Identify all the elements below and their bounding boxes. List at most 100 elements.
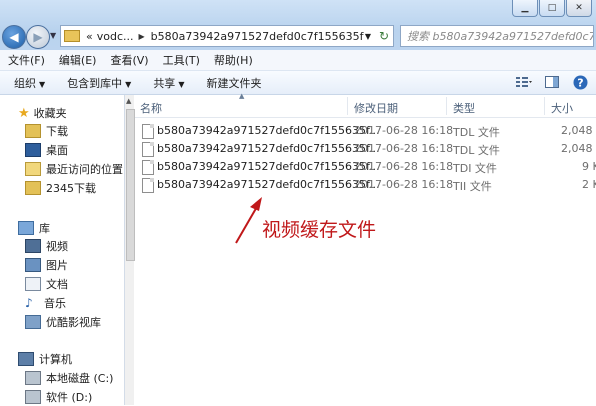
view-options-icon[interactable] xyxy=(516,74,532,90)
minimize-button[interactable]: ▁ xyxy=(512,0,538,17)
column-divider[interactable] xyxy=(544,97,545,115)
computer-icon xyxy=(18,352,34,366)
sidebar-item-libraries[interactable]: 库 xyxy=(18,219,50,237)
sidebar-item-label: 文档 xyxy=(46,278,68,291)
maximize-button[interactable]: □ xyxy=(539,0,565,17)
recent-places-icon xyxy=(25,162,41,176)
maximize-icon: □ xyxy=(547,3,557,13)
file-size: 2,048 K xyxy=(561,124,596,137)
address-dropdown-icon[interactable]: ▼ xyxy=(365,32,371,41)
library-icon xyxy=(18,221,34,235)
scrollbar-thumb[interactable] xyxy=(126,109,135,261)
file-name[interactable]: b580a73942a971527defd0c7f155635f... xyxy=(157,124,380,137)
sidebar-item-label: 优酷影视库 xyxy=(46,316,101,329)
file-modified: 2017-06-28 16:18 xyxy=(354,124,454,137)
navigation-scrollbar[interactable]: ▲ xyxy=(125,95,135,405)
organize-label: 组织 xyxy=(14,76,36,90)
menu-help[interactable]: 帮助(H) xyxy=(214,52,253,68)
address-segment-current[interactable]: b580a73942a971527defd0c7f155635f xyxy=(151,30,364,43)
new-folder-button[interactable]: 新建文件夹 xyxy=(206,75,261,91)
menu-bar: 文件(F) 编辑(E) 查看(V) 工具(T) 帮助(H) xyxy=(0,50,596,71)
sidebar-item-software-d[interactable]: 软件 (D:) xyxy=(25,388,92,406)
preview-pane-icon[interactable] xyxy=(544,74,560,90)
menu-view[interactable]: 查看(V) xyxy=(110,52,148,68)
documents-library-icon xyxy=(25,277,41,291)
share-button[interactable]: 共享 ▼ xyxy=(153,75,184,91)
column-type[interactable]: 类型 xyxy=(453,100,475,116)
sidebar-item-local-disk-c[interactable]: 本地磁盘 (C:) xyxy=(25,369,113,387)
sidebar-item-documents[interactable]: 文档 xyxy=(25,275,68,293)
include-in-library-button[interactable]: 包含到库中 ▼ xyxy=(67,75,131,91)
download-folder-icon xyxy=(25,124,41,138)
sidebar-item-label: 计算机 xyxy=(39,353,72,366)
sidebar-item-desktop[interactable]: 桌面 xyxy=(25,141,68,159)
file-row[interactable]: b580a73942a971527defd0c7f155635f... 2017… xyxy=(135,140,596,158)
sidebar-item-favorites[interactable]: ★ 收藏夹 xyxy=(18,104,67,122)
organize-button[interactable]: 组织 ▼ xyxy=(14,75,45,91)
sidebar-item-youku[interactable]: 优酷影视库 xyxy=(25,313,101,331)
dropdown-icon: ▼ xyxy=(125,79,132,89)
sidebar-item-downloads[interactable]: 下载 xyxy=(25,122,68,140)
file-row[interactable]: b580a73942a971527defd0c7f155635f... 2017… xyxy=(135,122,596,140)
file-type: TII 文件 xyxy=(453,180,492,193)
window-controls: ▁ □ ✕ xyxy=(512,0,592,17)
sort-ascending-icon: ▲ xyxy=(239,92,245,100)
file-icon xyxy=(142,142,154,157)
file-icon xyxy=(142,178,154,193)
file-size: 2 K xyxy=(582,178,596,191)
column-divider[interactable] xyxy=(446,97,447,115)
sidebar-item-computer[interactable]: 计算机 xyxy=(18,350,72,368)
dropdown-icon: ▼ xyxy=(178,79,185,89)
forward-button[interactable]: ▶ xyxy=(26,25,50,49)
minimize-icon: ▁ xyxy=(521,3,529,13)
sidebar-item-label: 2345下载 xyxy=(46,182,96,195)
search-placeholder: 搜索 b580a73942a971527defd0c7f155635f xyxy=(407,30,594,43)
video-library-icon xyxy=(25,239,41,253)
menu-edit[interactable]: 编辑(E) xyxy=(59,52,97,68)
view-controls: ? xyxy=(516,74,588,90)
sidebar-item-2345-downloads[interactable]: 2345下载 xyxy=(25,179,96,197)
column-size[interactable]: 大小 xyxy=(551,100,573,116)
chevron-right-icon[interactable]: ▶ xyxy=(139,32,145,41)
file-name[interactable]: b580a73942a971527defd0c7f155635f... xyxy=(157,142,380,155)
file-row[interactable]: b580a73942a971527defd0c7f155635f... 2017… xyxy=(135,158,596,176)
column-name[interactable]: 名称 xyxy=(140,100,162,116)
close-icon: ✕ xyxy=(575,3,583,13)
address-bar[interactable]: « vodc... ▶ b580a73942a971527defd0c7f155… xyxy=(60,25,394,47)
address-segment-vodc[interactable]: vodc... xyxy=(97,30,134,43)
sidebar-item-label: 本地磁盘 (C:) xyxy=(46,372,114,385)
menu-tools[interactable]: 工具(T) xyxy=(163,52,200,68)
file-name[interactable]: b580a73942a971527defd0c7f155635f... xyxy=(157,160,380,173)
sidebar-item-label: 桌面 xyxy=(46,144,68,157)
navigation-pane: ★ 收藏夹 下载 桌面 最近访问的位置 2345下载 库 视频 图片 文档 ♪ … xyxy=(0,95,125,405)
youku-library-icon xyxy=(25,315,41,329)
sidebar-item-recent[interactable]: 最近访问的位置 xyxy=(25,160,123,178)
column-divider[interactable] xyxy=(347,97,348,115)
history-dropdown-icon[interactable]: ▼ xyxy=(50,31,56,40)
file-modified: 2017-06-28 16:18 xyxy=(354,160,454,173)
sidebar-item-music[interactable]: ♪ 音乐 xyxy=(25,294,66,312)
drive-icon xyxy=(25,390,41,404)
help-icon[interactable]: ? xyxy=(572,74,588,90)
search-input[interactable]: 搜索 b580a73942a971527defd0c7f155635f xyxy=(400,25,594,47)
file-modified: 2017-06-28 16:18 xyxy=(354,142,454,155)
sidebar-item-pictures[interactable]: 图片 xyxy=(25,256,68,274)
command-bar: 组织 ▼ 包含到库中 ▼ 共享 ▼ 新建文件夹 ? xyxy=(0,71,596,95)
file-name[interactable]: b580a73942a971527defd0c7f155635f... xyxy=(157,178,380,191)
close-button[interactable]: ✕ xyxy=(566,0,592,17)
column-modified[interactable]: 修改日期 xyxy=(354,100,398,116)
sidebar-item-label: 收藏夹 xyxy=(33,107,67,120)
file-row[interactable]: b580a73942a971527defd0c7f155635f... 2017… xyxy=(135,176,596,194)
address-prefix[interactable]: « xyxy=(86,30,93,43)
include-label: 包含到库中 xyxy=(67,76,123,90)
desktop-icon xyxy=(25,143,41,157)
sidebar-item-videos[interactable]: 视频 xyxy=(25,237,68,255)
back-button[interactable]: ◀ xyxy=(2,25,26,49)
drive-icon xyxy=(25,371,41,385)
menu-file[interactable]: 文件(F) xyxy=(8,52,45,68)
file-type: TDL 文件 xyxy=(453,126,500,139)
sidebar-item-label: 视频 xyxy=(46,240,68,253)
folder-icon xyxy=(64,30,80,42)
refresh-icon[interactable]: ↻ xyxy=(379,29,389,43)
scroll-up-icon[interactable]: ▲ xyxy=(126,97,131,105)
